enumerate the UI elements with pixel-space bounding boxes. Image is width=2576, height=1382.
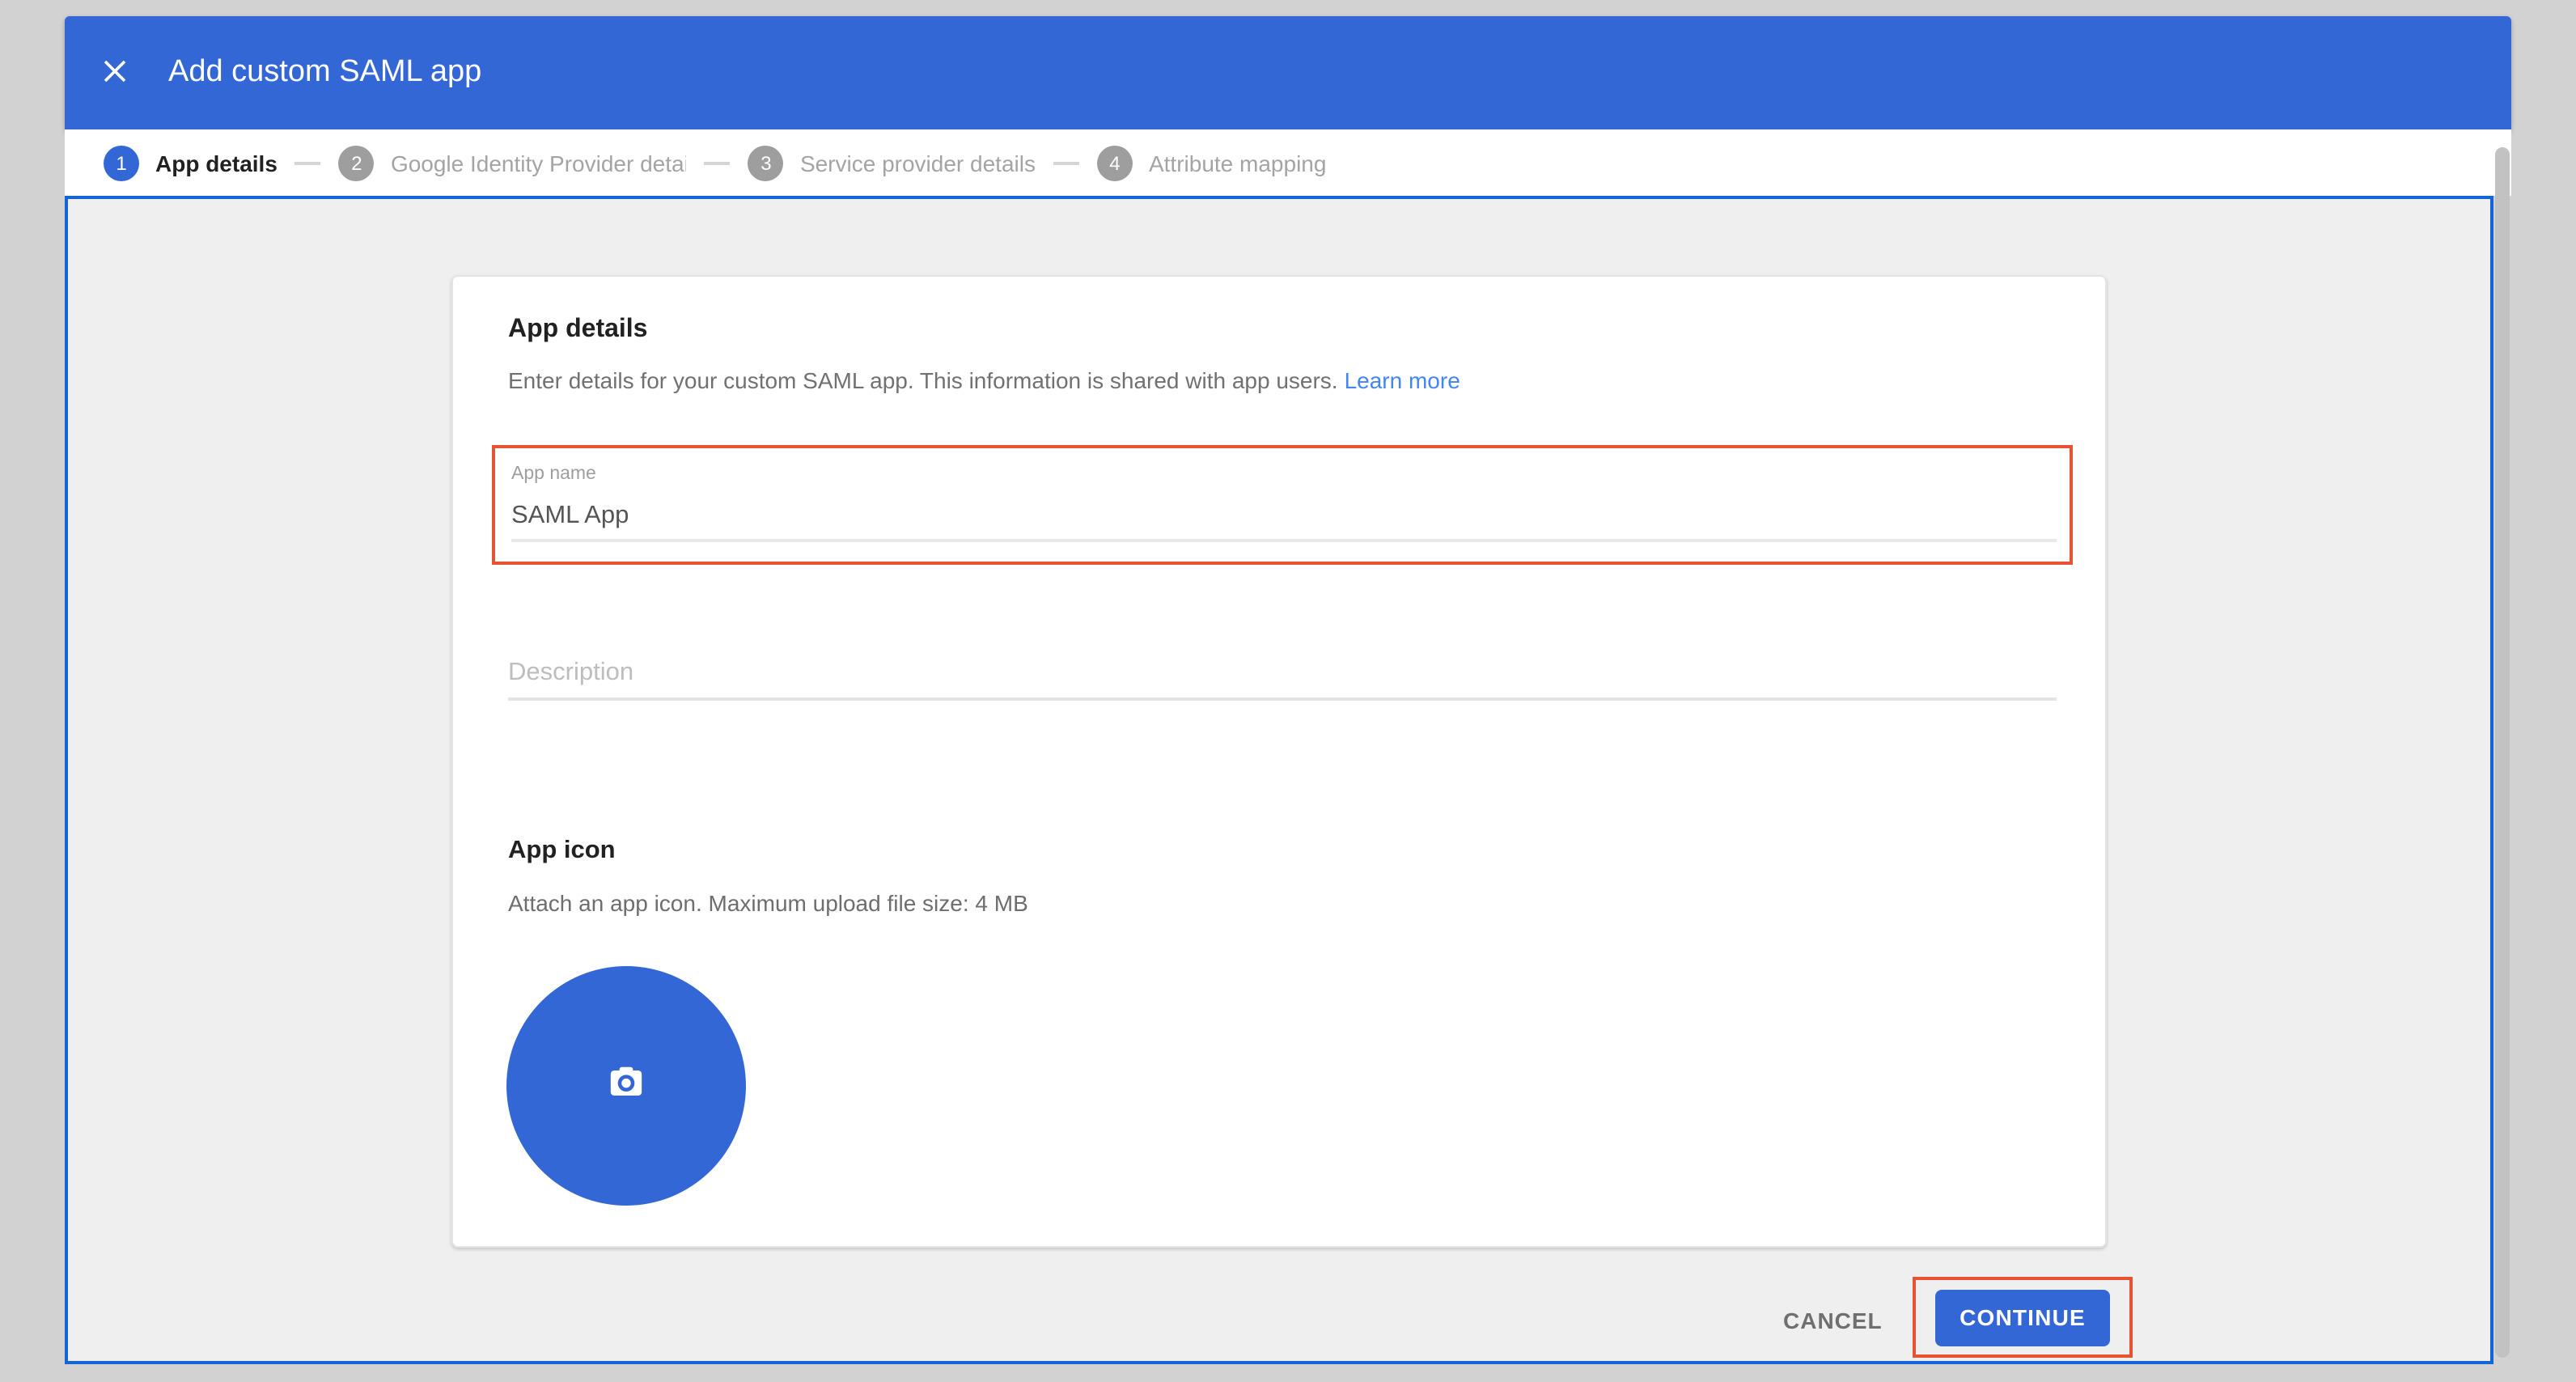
continue-button[interactable]: CONTINUE	[1935, 1289, 2110, 1346]
step-attribute-mapping: 4 Attribute mapping	[1097, 145, 1326, 180]
app-icon-description: Attach an app icon. Maximum upload file …	[508, 890, 1028, 916]
step-separator	[1053, 161, 1079, 164]
app-name-label: App name	[511, 464, 596, 484]
page: Add custom SAML app 1 App details 2 Goog…	[0, 0, 2576, 1382]
app-icon-upload-button[interactable]	[506, 966, 746, 1206]
close-icon	[104, 59, 126, 87]
section-description-text: Enter details for your custom SAML app. …	[508, 367, 1338, 393]
step-1-label: App details	[155, 150, 278, 176]
section-title: App details	[508, 316, 647, 345]
app-name-input[interactable]	[511, 494, 2057, 542]
step-separator	[705, 161, 731, 164]
step-separator	[295, 161, 321, 164]
learn-more-link[interactable]: Learn more	[1345, 367, 1460, 393]
section-description: Enter details for your custom SAML app. …	[508, 367, 1460, 393]
step-1-circle: 1	[104, 145, 139, 180]
step-service-provider-details: 3 Service provider details	[748, 145, 1036, 180]
app-icon-title: App icon	[508, 837, 616, 866]
step-4-circle: 4	[1097, 145, 1133, 180]
step-4-label: Attribute mapping	[1149, 150, 1326, 176]
step-2-label: Google Identity Provider details	[391, 150, 687, 176]
stepper: 1 App details 2 Google Identity Provider…	[65, 129, 2511, 196]
description-input[interactable]	[508, 649, 2057, 701]
dialog-header: Add custom SAML app	[65, 16, 2511, 129]
close-button[interactable]	[94, 52, 136, 94]
app-details-card: App details Enter details for your custo…	[451, 275, 2107, 1248]
vertical-scrollbar-thumb[interactable]	[2495, 147, 2510, 1358]
step-google-idp-details: 2 Google Identity Provider details	[339, 145, 687, 180]
camera-icon	[608, 1065, 644, 1107]
step-app-details: 1 App details	[104, 145, 278, 180]
step-3-circle: 3	[748, 145, 784, 180]
step-2-circle: 2	[339, 145, 375, 180]
step-3-label: Service provider details	[800, 150, 1036, 176]
continue-annotation-box: CONTINUE	[1913, 1277, 2133, 1358]
dialog-title: Add custom SAML app	[168, 16, 481, 129]
cancel-button[interactable]: CANCEL	[1773, 1301, 1892, 1337]
app-name-annotation-box: App name	[492, 445, 2073, 565]
